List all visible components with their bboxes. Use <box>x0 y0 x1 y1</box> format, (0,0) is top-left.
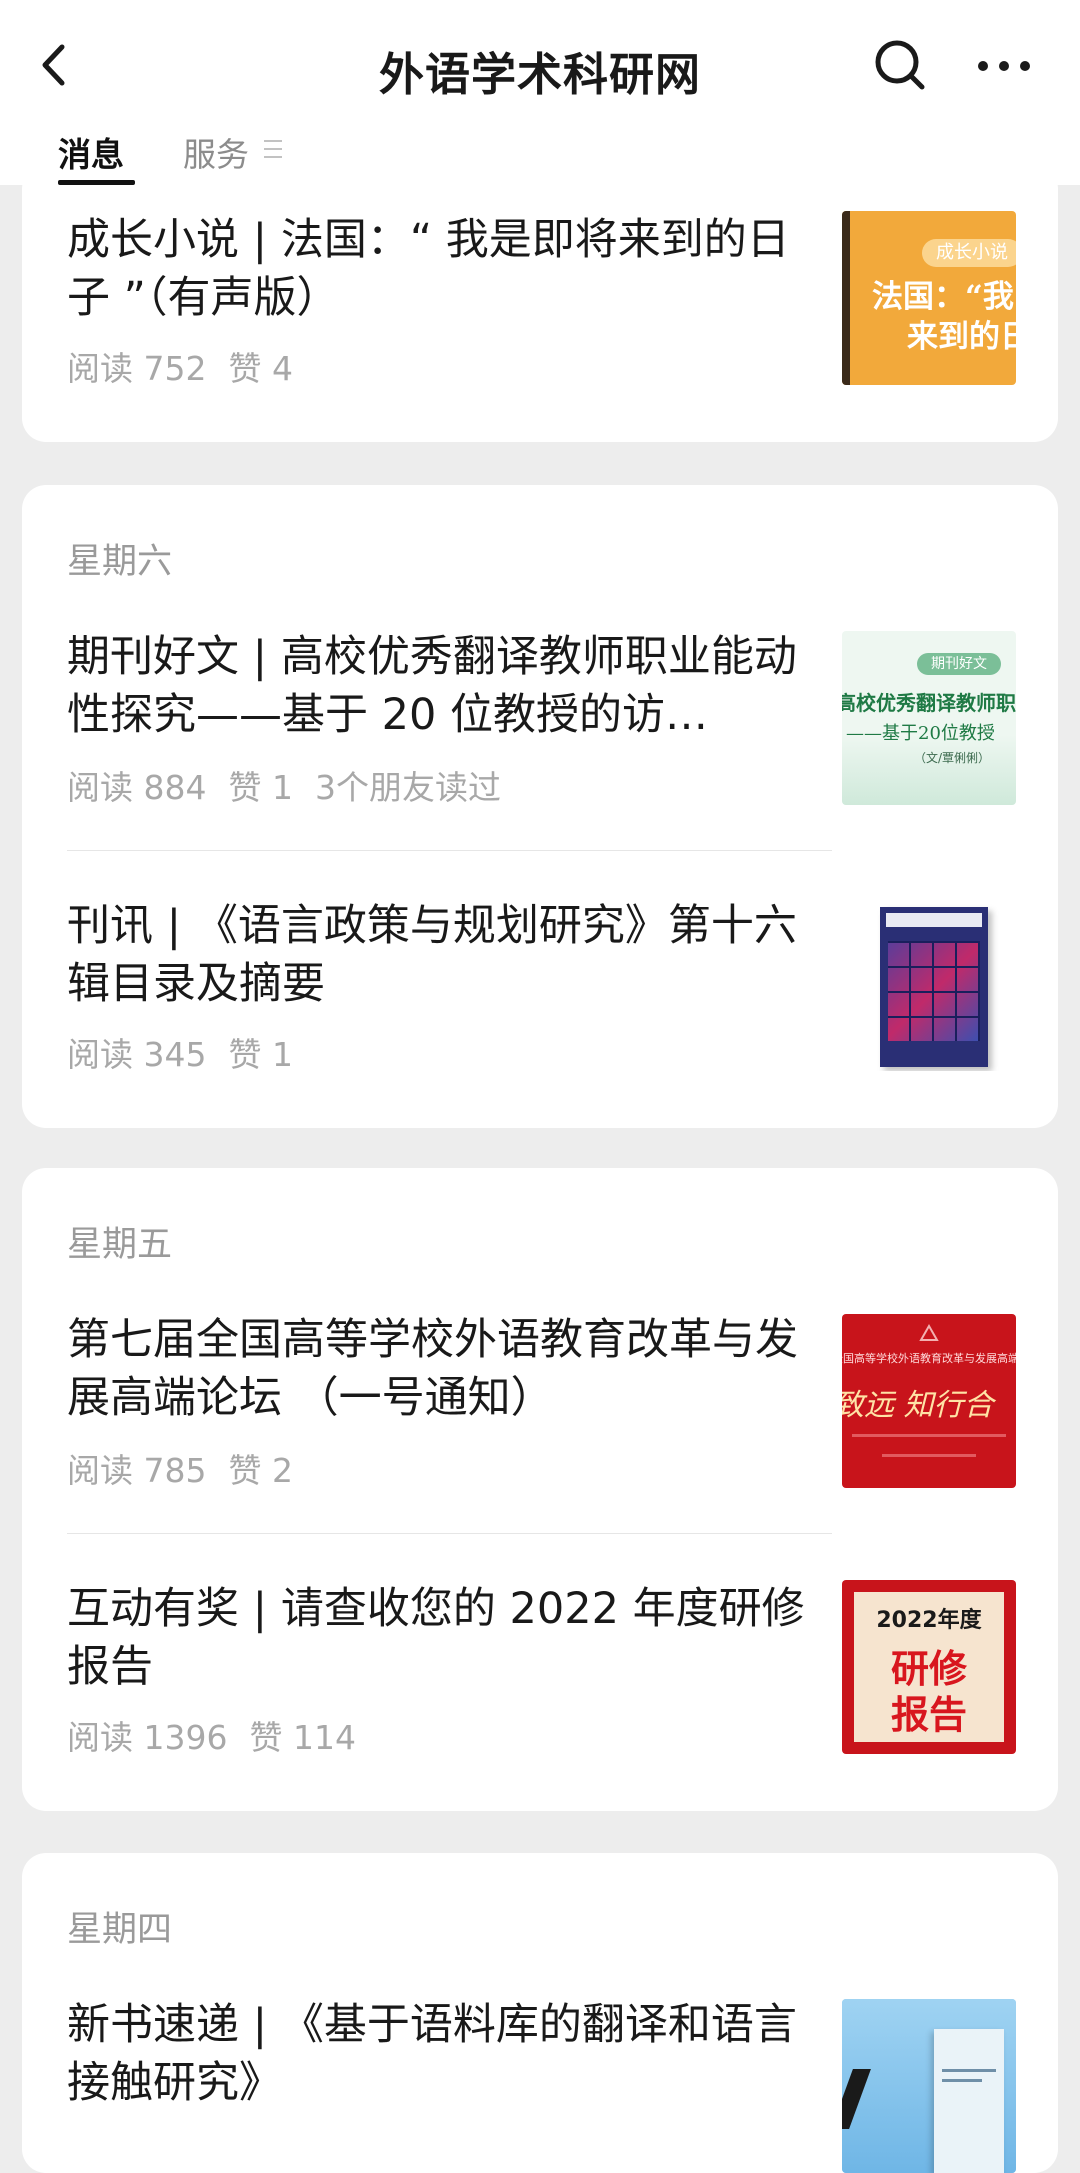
thumbnail-edge <box>842 211 850 385</box>
article-thumbnail: 期刊好文 高校优秀翻译教师职业 ——基于20位教授 （文/覃俐俐） <box>842 631 1016 805</box>
thumbnail-bg <box>842 735 1016 805</box>
article-thumbnail: 2022年度 研修 报告 <box>842 1580 1016 1754</box>
friends-read: 3个朋友读过 <box>314 768 501 807</box>
day-label: 星期四 <box>67 1910 173 1950</box>
back-arrow-icon <box>42 44 65 86</box>
like-count: 赞 114 <box>249 1718 356 1757</box>
thumbnail-text: ——基于20位教授 <box>846 723 995 744</box>
message-card: 星期五 第七届全国高等学校外语教育改革与发展高端论坛 （一号通知） 阅读 785… <box>22 1168 1058 1811</box>
thumbnail-text: 来到的日 <box>907 319 1016 355</box>
thumbnail-text: 高校优秀翻译教师职业 <box>842 691 1016 715</box>
active-tab-indicator <box>58 180 135 185</box>
book-cover <box>934 2029 1004 2173</box>
article-title: 刊讯 | 《语言政策与规划研究》第十六辑目录及摘要 <box>67 901 797 1009</box>
thumbnail-slogan: 致远 知行合 <box>842 1388 994 1423</box>
day-label: 星期五 <box>67 1225 173 1265</box>
book-cover <box>880 907 988 1067</box>
article-title: 第七届全国高等学校外语教育改革与发展高端论坛 （一号通知） <box>67 1315 798 1423</box>
thumbnail-year: 2022年度 <box>876 1608 982 1633</box>
menu-lines-icon <box>264 140 282 160</box>
thumbnail-text: 法国：“我 <box>872 279 1014 315</box>
article-title: 期刊好文 | 高校优秀翻译教师职业能动性探究——基于 20 位教授的访… <box>67 632 797 740</box>
message-card: 成长小说 | 法国：“ 我是即将来到的日子 ”（有声版） 阅读 752 赞 4 成… <box>22 165 1058 442</box>
article-thumbnail <box>842 1999 1016 2173</box>
article-title: 新书速递 | 《基于语料库的翻译和语言接触研究》 <box>67 2000 797 2108</box>
read-count: 阅读 785 <box>67 1451 207 1490</box>
message-card: 星期六 期刊好文 | 高校优秀翻译教师职业能动性探究——基于 20 位教授的访…… <box>22 485 1058 1128</box>
thumbnail-tag: 期刊好文 <box>917 653 1001 675</box>
read-count: 阅读 1396 <box>67 1718 228 1757</box>
day-label: 星期六 <box>67 542 173 582</box>
divider <box>67 1533 832 1534</box>
article-stats: 阅读 345 赞 1 <box>67 1028 315 1076</box>
like-count: 赞 4 <box>228 349 293 388</box>
article-stats: 阅读 752 赞 4 <box>67 342 315 390</box>
back-button[interactable] <box>28 30 98 100</box>
article-stats: 阅读 1396 赞 114 <box>67 1711 378 1759</box>
like-count: 赞 1 <box>228 1035 293 1074</box>
more-icon <box>978 61 1030 71</box>
thumbnail-text: （文/覃俐俐） <box>914 751 991 765</box>
thumbnail-tag: 成长小说 <box>922 239 1016 267</box>
read-count: 阅读 752 <box>67 349 207 388</box>
article-title: 成长小说 | 法国：“ 我是即将来到的日子 ”（有声版） <box>67 215 790 323</box>
article-thumbnail <box>842 897 1016 1071</box>
like-count: 赞 1 <box>228 768 293 807</box>
article-stats: 阅读 884 赞 1 3个朋友读过 <box>67 761 523 809</box>
message-card: 星期四 新书速递 | 《基于语料库的翻译和语言接触研究》 <box>22 1853 1058 2173</box>
read-count: 阅读 884 <box>67 768 207 807</box>
like-count: 赞 2 <box>228 1451 293 1490</box>
article-thumbnail: 成长小说 法国：“我 来到的日 <box>842 211 1016 385</box>
page-title: 外语学术科研网 <box>378 48 701 101</box>
search-button[interactable] <box>866 30 936 100</box>
more-button[interactable] <box>968 30 1048 100</box>
tab-messages[interactable]: 消息 <box>58 128 124 176</box>
article-stats: 阅读 785 赞 2 <box>67 1444 315 1492</box>
thumbnail-text: 报告 <box>890 1693 967 1737</box>
divider <box>67 850 832 851</box>
article-title: 互动有奖 | 请查收您的 2022 年度研修报告 <box>67 1584 805 1692</box>
tab-services[interactable]: 服务 <box>183 128 249 176</box>
read-count: 阅读 345 <box>67 1035 207 1074</box>
article-thumbnail: 全国高等学校外语教育改革与发展高端 致远 知行合 <box>842 1314 1016 1488</box>
thumbnail-text: 全国高等学校外语教育改革与发展高端 <box>842 1352 1016 1365</box>
search-icon <box>875 40 925 90</box>
top-bar: 外语学术科研网 消息 服务 <box>0 0 1080 185</box>
